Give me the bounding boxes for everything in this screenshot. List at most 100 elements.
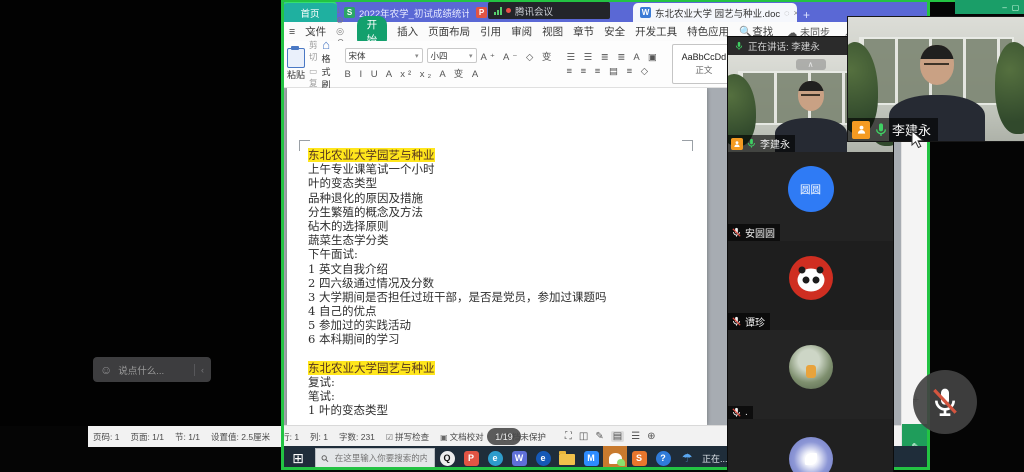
mic-muted-icon [929,386,961,418]
menu-section[interactable]: 章节 [573,24,594,39]
window-titlebar-fragment: – ▢ × [955,0,1024,14]
doc-line: 1 叶的变态类型 [308,403,699,417]
search-input[interactable] [333,452,429,464]
mic-on-icon [873,122,889,138]
font-size-select[interactable]: 小四▾ [427,48,477,63]
tab-home[interactable]: 首页 [283,1,337,22]
menu-view[interactable]: 视图 [542,24,563,39]
page-view-icon[interactable]: ▤ [611,431,624,442]
hamburger-icon[interactable]: ≡ [289,26,295,38]
mic-muted-icon [731,407,742,418]
collapse-chat-icon[interactable]: ‹ [201,365,204,375]
highlighted-title: 东北农业大学园艺与种业 [308,148,435,162]
doc-line: 1 英文自我介绍 [308,262,699,276]
cut-button[interactable]: ✕ 剪切 [309,28,318,63]
taskbar-search[interactable] [315,448,435,468]
participant-label: 谭珍 [728,313,770,330]
flower-avatar [789,437,833,472]
status-margin-setting: 设置值: 2.5厘米 [211,431,270,443]
divider [194,364,195,376]
font-tools-row2[interactable]: B I U A x² x₂ A 变 A [345,66,482,80]
web-view-icon[interactable]: ⊕ [647,431,655,442]
tab-spreadsheet[interactable]: S 2022年农学_初试成绩统计表 [337,3,469,22]
tab-close-icon[interactable]: × [793,8,797,18]
screen-share-border-top [281,0,955,2]
emoji-icon[interactable]: ☺ [100,363,112,377]
menu-dev-tools[interactable]: 开发工具 [635,24,677,39]
participant-tile[interactable]: . [728,330,893,419]
status-word-count[interactable]: 字数: 231 [339,431,375,443]
mic-muted-icon [731,316,742,327]
host-badge-icon [731,138,743,150]
doc-line [308,347,699,361]
pen-tool-icon[interactable]: ✎ [595,431,603,442]
avatar: 圆圆 [788,166,834,212]
participant-tile[interactable] [728,419,893,472]
format-painter-button[interactable]: ⌂ 格式刷 [322,37,331,91]
fullscreen-view-icon[interactable]: ⛶ [565,431,572,442]
wps-writer-icon: W [640,7,651,18]
proofread-button[interactable]: ▣文档校对 [440,431,484,443]
doc-line: 笔试: [308,389,699,403]
doc-line: 分生繁殖的概念及方法 [308,205,699,219]
status-column: 列: 1 [310,431,328,443]
mic-muted-button[interactable] [913,370,977,434]
maximize-icon[interactable]: ▢ [1012,3,1020,12]
menu-insert[interactable]: 插入 [397,24,418,39]
paragraph-tools-row2[interactable]: ≡ ≡ ≡ ▤ ≡ ◇ [566,66,651,77]
doc-line: 叶的变态类型 [308,176,699,190]
split-view-icon[interactable]: ◫ [579,431,588,442]
menu-review[interactable]: 审阅 [511,24,532,39]
menu-featured-apps[interactable]: 特色应用 [687,24,729,39]
paste-icon [287,48,305,68]
doc-line: 下午面试: [308,247,699,261]
new-tab-button[interactable]: + [803,8,810,22]
menu-references[interactable]: 引用 [480,24,501,39]
doc-line: 4 自己的优点 [308,304,699,318]
participant-label: 李建永 [728,135,795,152]
screen-share-border-left [281,0,284,470]
menu-page-layout[interactable]: 页面布局 [428,24,470,39]
font-family-select[interactable]: 宋体▾ [345,48,423,63]
participant-label: 李建永 [848,118,938,141]
panda-avatar [789,256,833,300]
doc-line: 砧木的选择原则 [308,219,699,233]
page-indicator-badge: 1/19 [487,428,521,445]
search-icon [321,454,329,463]
document-page[interactable]: 东北农业大学园艺与种业 上午专业课笔试一个小时 叶的变态类型 品种退化的原因及措… [287,88,707,425]
mic-muted-icon [731,227,742,238]
tab-comment-icon[interactable]: ◌ [784,8,789,18]
meeting-mini-title: 腾讯会议 [515,4,553,18]
doc-line: 2 四六级通过情况及分数 [308,276,699,290]
meeting-chat-bubble[interactable]: ☺ 说点什么... ‹ [93,357,211,382]
windows-logo-icon: ⊞ [292,450,304,467]
collapse-chevron-icon[interactable]: ∧ [796,59,826,70]
paragraph-tools-row1[interactable]: ☰ ☰ ≣ ≣ A ▣ [566,52,659,63]
participant-tile[interactable]: 谭珍 [728,241,893,330]
tab-active-document[interactable]: W 东北农业大学 园艺与种业.doc ◌ × [633,3,797,22]
taskbar-meeting-status[interactable]: 正在... [702,452,728,465]
floating-speaker-video[interactable]: 李建永 [847,16,1024,142]
wps-ppt-icon: P [476,7,487,18]
doc-line: 6 本科期间的学习 [308,332,699,346]
doc-line: 蔬菜生态学分类 [308,233,699,247]
mic-on-icon [746,138,757,149]
document-text[interactable]: 东北农业大学园艺与种业 上午专业课笔试一个小时 叶的变态类型 品种退化的原因及措… [308,148,699,418]
chat-placeholder[interactable]: 说点什么... [118,363,164,377]
paste-button[interactable]: 粘贴 [287,48,305,81]
photo-avatar [789,345,833,389]
mic-on-icon [734,41,744,51]
meeting-mini-bar[interactable]: 腾讯会议 [488,2,610,19]
status-section: 节: 1/1 [175,431,200,443]
minimize-icon[interactable]: – [1002,3,1006,12]
tab-label: 东北农业大学 园艺与种业.doc [655,6,780,20]
menu-security[interactable]: 安全 [604,24,625,39]
participant-tile[interactable]: 圆圆 安圆圆 [728,152,893,241]
mouse-cursor [911,130,924,154]
spell-check-button[interactable]: ☑拼写检查 [386,431,429,443]
status-page-count: 页面: 1/1 [130,431,164,443]
participant-label: . [728,406,753,419]
font-tools-row1[interactable]: A⁺ A⁻ ◇ 变 [481,49,555,63]
screen: 首页 S 2022年农学_初试成绩统计表 P 2022年考研复试线上指导会 W … [0,0,1024,472]
outline-view-icon[interactable]: ☰ [631,431,640,442]
